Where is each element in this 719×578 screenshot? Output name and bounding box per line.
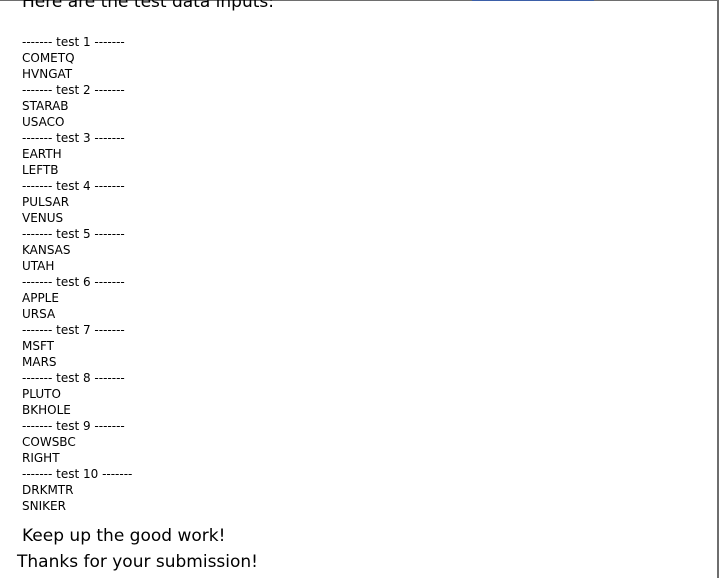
test-separator: ------- test 5 ------- — [22, 227, 125, 241]
test-input-line: VENUS — [22, 211, 64, 225]
test-input-line: APPLE — [22, 291, 59, 305]
test-data-list: ------- test 1 ------- COMETQ HVNGAT ---… — [22, 34, 132, 514]
test-input-line: USACO — [22, 115, 65, 129]
test-input-line: MSFT — [22, 339, 54, 353]
test-input-line: PULSAR — [22, 195, 70, 209]
test-separator: ------- test 3 ------- — [22, 131, 125, 145]
test-data-heading: Here are the test data inputs: — [22, 0, 274, 12]
test-input-line: DRKMTR — [22, 483, 74, 497]
test-input-line: LEFTB — [22, 163, 59, 177]
test-separator: ------- test 4 ------- — [22, 179, 125, 193]
test-input-line: EARTH — [22, 147, 62, 161]
test-separator: ------- test 1 ------- — [22, 35, 125, 49]
test-input-line: COMETQ — [22, 51, 75, 65]
test-input-line: PLUTO — [22, 387, 61, 401]
test-input-line: COWSBC — [22, 435, 76, 449]
test-input-line: HVNGAT — [22, 67, 73, 81]
test-separator: ------- test 9 ------- — [22, 419, 125, 433]
test-input-line: RIGHT — [22, 451, 60, 465]
test-input-line: UTAH — [22, 259, 55, 273]
test-separator: ------- test 10 ------- — [22, 467, 133, 481]
encouragement-message: Keep up the good work! — [22, 526, 226, 546]
test-separator: ------- test 6 ------- — [22, 275, 125, 289]
test-input-line: STARAB — [22, 99, 69, 113]
submission-thanks-message: Thanks for your submission! — [17, 552, 258, 572]
test-input-line: BKHOLE — [22, 403, 71, 417]
test-separator: ------- test 2 ------- — [22, 83, 125, 97]
top-border-accent — [472, 0, 594, 1]
test-separator: ------- test 8 ------- — [22, 371, 125, 385]
test-input-line: KANSAS — [22, 243, 71, 257]
test-separator: ------- test 7 ------- — [22, 323, 125, 337]
test-input-line: MARS — [22, 355, 57, 369]
test-input-line: URSA — [22, 307, 56, 321]
test-input-line: SNIKER — [22, 499, 66, 513]
